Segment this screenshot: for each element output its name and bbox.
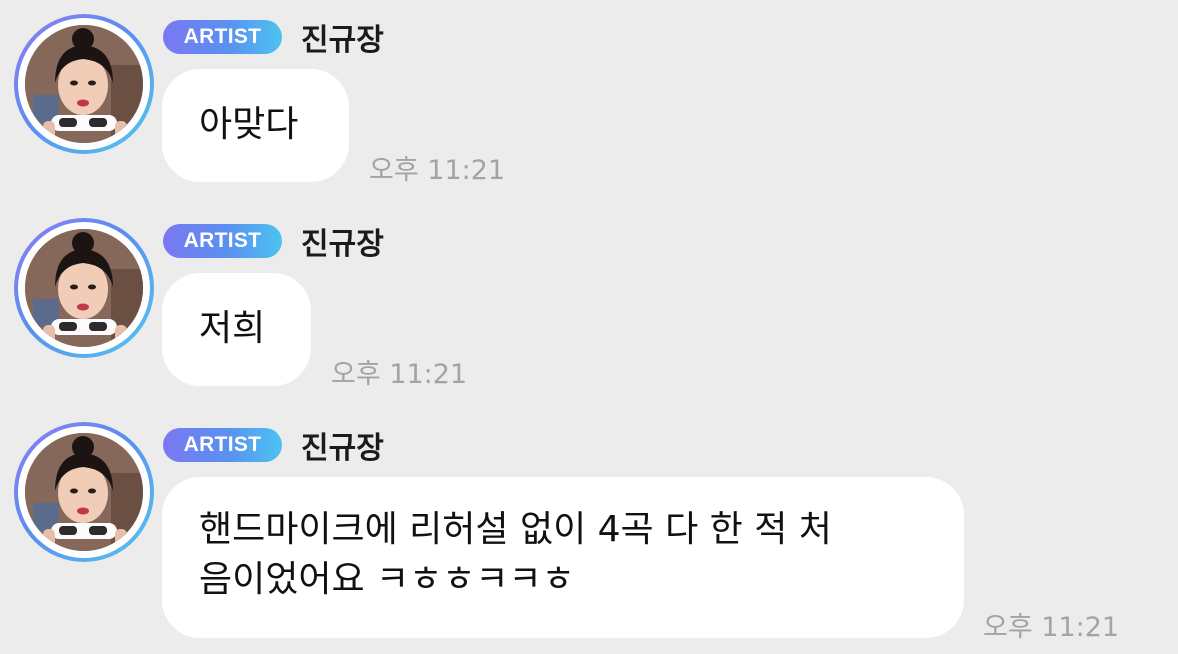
avatar[interactable] — [14, 218, 154, 358]
artist-badge: ARTIST — [163, 428, 282, 462]
sender-name: 진규장 — [301, 227, 384, 262]
avatar[interactable] — [14, 422, 154, 562]
message-timestamp: 오후 11:21 — [331, 359, 468, 390]
chat-message: ARTIST 진규장 저희 오후 11:21 — [0, 204, 1178, 404]
artist-badge: ARTIST — [163, 224, 282, 258]
message-text: 아맞다 — [199, 104, 299, 145]
chat-message: ARTIST 진규장 아맞다 오후 11:21 — [0, 0, 1178, 200]
message-text: 저희 — [199, 308, 266, 349]
sender-name: 진규장 — [301, 431, 384, 466]
avatar[interactable] — [14, 14, 154, 154]
profile-photo-icon — [25, 433, 143, 551]
message-bubble[interactable]: 핸드마이크에 리허설 없이 4곡 다 한 적 처 음이었어요 ㅋㅎㅎㅋㅋㅎ — [162, 477, 964, 638]
profile-photo-icon — [25, 229, 143, 347]
sender-name: 진규장 — [301, 23, 384, 58]
profile-photo-icon — [25, 25, 143, 143]
message-bubble[interactable]: 아맞다 — [162, 69, 349, 182]
chat-message: ARTIST 진규장 핸드마이크에 리허설 없이 4곡 다 한 적 처 음이었어… — [0, 408, 1178, 654]
message-text-line: 음이었어요 ㅋㅎㅎㅋㅋㅎ — [199, 559, 575, 600]
artist-badge: ARTIST — [163, 20, 282, 54]
message-text-line: 핸드마이크에 리허설 없이 4곡 다 한 적 처 — [199, 509, 832, 550]
message-bubble[interactable]: 저희 — [162, 273, 311, 386]
message-timestamp: 오후 11:21 — [983, 612, 1120, 643]
message-timestamp: 오후 11:21 — [369, 155, 506, 186]
